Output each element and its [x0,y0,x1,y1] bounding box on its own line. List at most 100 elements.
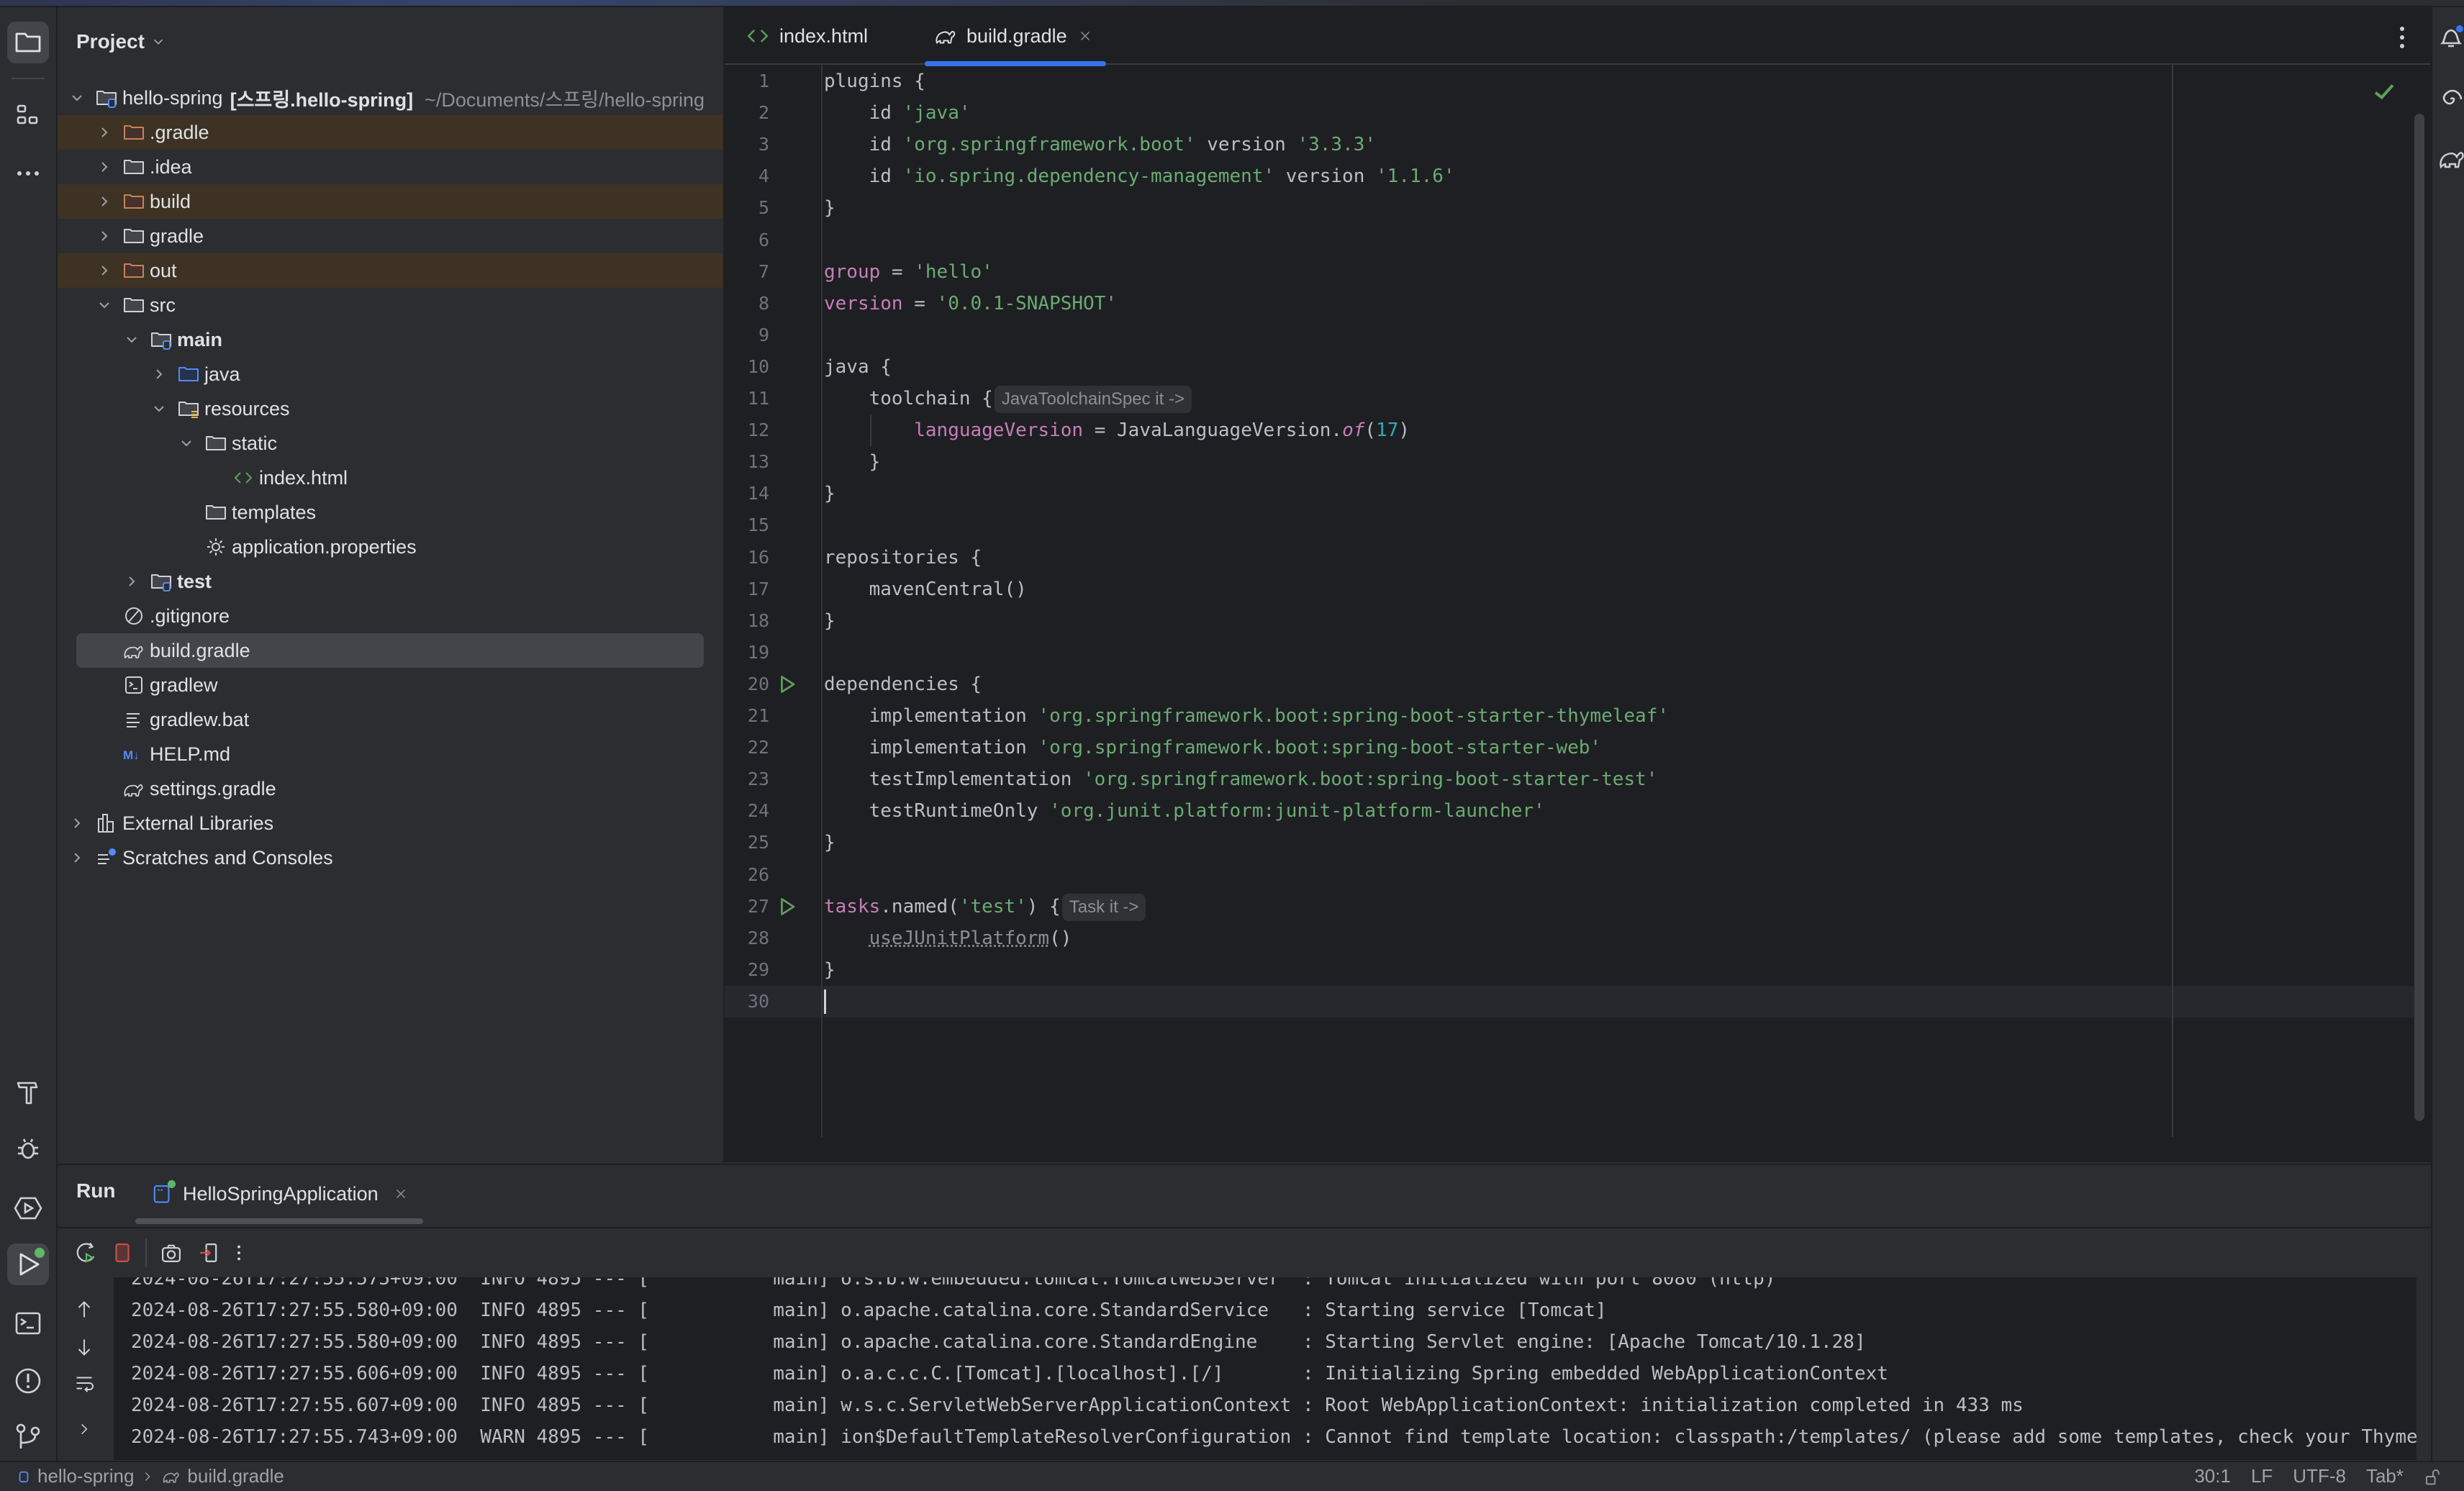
gradle-elephant-icon [936,30,956,44]
debug-tool-button[interactable] [7,1128,49,1170]
folder-icon [122,294,145,317]
problems-icon [15,1368,41,1394]
tree-item[interactable]: Scratches and Consoles [58,840,723,875]
chevron-right-icon[interactable] [95,158,114,176]
project-view-selector[interactable]: Project [76,30,165,53]
caret-position[interactable]: 30:1 [2194,1465,2231,1487]
run-tool-button[interactable] [7,1243,49,1285]
ai-assistant-swirl-icon[interactable] [2437,85,2464,114]
gradle-tool-icon[interactable] [2437,144,2464,173]
toolbar-separator [145,1238,147,1267]
structure-tool-button[interactable] [7,95,49,137]
line-number: 13 [747,451,769,473]
stop-button[interactable] [108,1237,137,1269]
tab-build-gradle[interactable]: build.gradle [925,7,1106,66]
build-tool-button[interactable] [7,1072,49,1114]
folder-icon [122,225,145,248]
lock-open-icon[interactable] [2424,1467,2442,1487]
console-line: 2024-08-26T17:27:55.606+09:00 INFO 4895 … [131,1363,1888,1384]
tree-item[interactable]: build.gradle [76,633,704,668]
tree-item[interactable]: resources [58,391,723,426]
tab-options-menu-icon[interactable] [2395,23,2409,52]
tree-item[interactable]: src [58,288,723,322]
line-separator[interactable]: LF [2251,1465,2273,1487]
tree-item[interactable]: java [58,357,723,391]
services-tool-button[interactable] [7,1187,49,1229]
problems-tool-button[interactable] [7,1360,49,1402]
code-token: tasks [824,895,881,917]
tree-item[interactable]: External Libraries [58,806,723,840]
close-tab-icon[interactable] [1077,28,1093,44]
scroll-up-icon[interactable] [73,1299,95,1320]
tree-item[interactable]: static [58,426,723,461]
scroll-down-icon[interactable] [73,1336,95,1358]
chevron-down-icon[interactable] [95,296,114,314]
gutter-run-icon[interactable] [776,674,798,695]
breadcrumb-file[interactable]: build.gradle [187,1465,284,1487]
gradle-file-icon [122,639,145,662]
code-token: } [824,609,835,632]
tree-item[interactable]: gradle [58,219,723,253]
tree-item[interactable]: .idea [58,150,723,184]
code-token: java { [824,355,892,378]
line-number: 21 [747,705,769,726]
notifications-bell-icon[interactable] [2437,23,2464,52]
no-problems-checkmark-icon[interactable] [2372,79,2396,104]
more-actions-button[interactable] [225,1237,253,1269]
tree-item[interactable]: M↓ HELP.md [58,737,723,771]
tree-item[interactable]: templates [58,495,723,530]
tree-item[interactable]: main [58,322,723,357]
soft-wrap-icon[interactable] [73,1372,95,1394]
tree-item[interactable]: .gradle [58,115,723,150]
code-token: plugins { [824,71,925,92]
tree-item[interactable]: out [58,253,723,288]
tree-item[interactable]: hello-spring [스프링.hello-spring] ~/Document… [58,81,723,115]
thread-dump-button[interactable] [157,1237,186,1269]
tree-item[interactable]: build [58,184,723,219]
chevron-down-icon[interactable] [122,330,141,349]
console-output[interactable]: 2024-08-26T17:27:55.575+09:00 INFO 4895 … [114,1277,2417,1460]
chevron-down-icon[interactable] [68,89,86,107]
tree-item[interactable]: test [58,564,723,599]
chevron-right-icon[interactable] [68,848,86,867]
gutter-run-icon[interactable] [776,896,798,917]
indent-setting[interactable]: Tab* [2366,1465,2404,1487]
rerun-button[interactable] [72,1237,101,1269]
chevron-right-icon[interactable] [95,192,114,211]
editor-vertical-scrollbar[interactable] [2414,114,2424,1121]
left-tool-window-bar [0,7,58,1461]
git-tool-button[interactable] [7,1416,49,1458]
chevron-right-icon[interactable] [68,814,86,833]
run-header: Run HelloSpringApplication [58,1165,2431,1224]
tree-item[interactable]: gradlew [58,668,723,702]
chevron-right-icon[interactable] [150,365,168,384]
code-line: } [824,192,835,224]
close-run-tab-icon[interactable] [393,1186,409,1202]
chevron-right-icon[interactable] [122,572,141,591]
file-encoding[interactable]: UTF-8 [2293,1465,2346,1487]
terminal-tool-button[interactable] [7,1302,49,1344]
tree-item[interactable]: gradlew.bat [58,702,723,737]
line-number: 3 [758,134,769,155]
stop-icon [115,1243,130,1263]
tree-item[interactable]: application.properties [58,530,723,564]
chevron-right-icon[interactable] [95,227,114,245]
more-tools-button[interactable] [7,153,49,194]
tree-item[interactable]: index.html [58,461,723,495]
window-title-strip [0,0,2464,6]
chevron-down-icon[interactable] [177,434,196,453]
code-token: dependencies { [824,673,982,695]
expand-toolbar-chevron-icon[interactable] [76,1421,92,1437]
tree-item[interactable]: .gitignore [58,599,723,633]
code-token: 'org.springframework.boot:spring-boot-st… [1038,705,1670,727]
tab-label: index.html [779,24,869,47]
exit-button[interactable] [194,1237,223,1269]
breadcrumb-project[interactable]: hello-spring [37,1465,134,1487]
project-tool-button[interactable] [7,22,49,63]
run-config-tab[interactable]: HelloSpringApplication [153,1174,409,1214]
tree-item[interactable]: settings.gradle [58,771,723,806]
chevron-right-icon[interactable] [95,123,114,142]
chevron-down-icon[interactable] [150,399,168,418]
tab-index-html[interactable]: index.html [746,7,868,65]
chevron-right-icon[interactable] [95,261,114,280]
